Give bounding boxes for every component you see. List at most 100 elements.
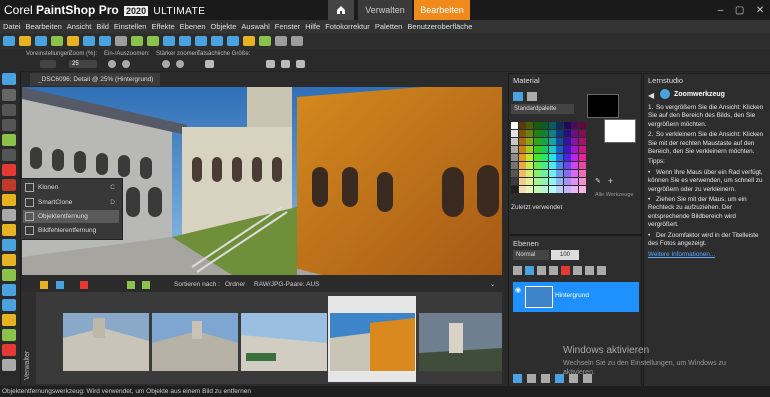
- gradient-tool-icon[interactable]: [2, 209, 16, 221]
- open-icon[interactable]: [19, 36, 31, 46]
- thumbnail-selected[interactable]: [330, 313, 415, 371]
- thumbnail[interactable]: [241, 313, 327, 371]
- print-icon[interactable]: [51, 36, 63, 46]
- minimize-icon[interactable]: –: [718, 5, 724, 16]
- zoom-actual-icon[interactable]: [227, 36, 239, 46]
- link-icon[interactable]: [573, 266, 582, 275]
- menu-palettes[interactable]: Paletten: [375, 22, 403, 31]
- palette-swatch[interactable]: [548, 178, 556, 185]
- palette-swatch[interactable]: [518, 154, 526, 161]
- flyout-item-object-removal[interactable]: Objektentfernung: [23, 210, 119, 223]
- back-arrow-icon[interactable]: ◀: [648, 91, 654, 100]
- eye-icon[interactable]: ◉: [515, 286, 523, 294]
- rainbow-icon[interactable]: [527, 92, 537, 101]
- layer-row-background[interactable]: ◉ Hintergrund: [513, 282, 639, 312]
- palette-swatch[interactable]: [548, 170, 556, 177]
- palette-swatch[interactable]: [556, 122, 563, 129]
- new-icon[interactable]: [3, 36, 15, 46]
- menu-objects[interactable]: Objekte: [211, 22, 237, 31]
- palette-swatch[interactable]: [563, 154, 571, 161]
- layer-new-raster-icon[interactable]: [513, 374, 522, 383]
- crop-tool-icon[interactable]: [2, 134, 16, 146]
- undo-icon[interactable]: [131, 36, 143, 46]
- palette-swatch[interactable]: [526, 170, 533, 177]
- paste-icon[interactable]: [99, 36, 111, 46]
- palette-swatch[interactable]: [578, 178, 586, 185]
- layer-mask-icon[interactable]: [527, 374, 536, 383]
- foreground-swatch[interactable]: [587, 94, 619, 118]
- palette-swatch[interactable]: [511, 154, 518, 161]
- redo-icon[interactable]: [147, 36, 159, 46]
- view-list-icon[interactable]: [56, 281, 64, 289]
- menu-selections[interactable]: Auswahl: [241, 22, 269, 31]
- dropper-icon[interactable]: ✎: [595, 177, 603, 185]
- palette-swatch[interactable]: [541, 130, 548, 137]
- zoom-out-button[interactable]: [122, 60, 130, 68]
- thumbnail[interactable]: [63, 313, 149, 371]
- lock-icon[interactable]: [585, 266, 594, 275]
- menu-layers[interactable]: Ebenen: [180, 22, 206, 31]
- menu-photofix[interactable]: Fotokorrektur: [325, 22, 370, 31]
- tab-edit[interactable]: Bearbeiten: [414, 0, 470, 20]
- layer-group-icon[interactable]: [525, 266, 534, 275]
- palette-swatch[interactable]: [541, 170, 548, 177]
- pick-tool-icon[interactable]: [2, 89, 16, 101]
- color-palette-grid[interactable]: [511, 122, 586, 194]
- palette-swatch[interactable]: [571, 178, 578, 185]
- move-tool-icon[interactable]: [2, 149, 16, 161]
- palette-swatch[interactable]: [511, 138, 518, 145]
- palette-swatch[interactable]: [556, 138, 563, 145]
- palette-swatch[interactable]: [541, 162, 548, 169]
- palette-swatch[interactable]: [533, 162, 541, 169]
- cut-icon[interactable]: [67, 36, 79, 46]
- palette-swatch[interactable]: [541, 138, 548, 145]
- palette-dropdown[interactable]: Standardpalette: [511, 104, 574, 114]
- palette-swatch[interactable]: [578, 138, 586, 145]
- palette-swatch[interactable]: [578, 186, 586, 193]
- palette-swatch[interactable]: [518, 138, 526, 145]
- step-zoom-out-button[interactable]: [176, 60, 184, 68]
- palette-swatch[interactable]: [578, 162, 586, 169]
- flyout-item-smartclone[interactable]: SmartClone D: [23, 196, 119, 209]
- layer-props-icon[interactable]: [597, 266, 606, 275]
- palette-swatch[interactable]: [541, 122, 548, 129]
- new-layer-icon[interactable]: [513, 266, 522, 275]
- menu-effects[interactable]: Effekte: [151, 22, 174, 31]
- palette-swatch[interactable]: [571, 162, 578, 169]
- palette-swatch[interactable]: [518, 178, 526, 185]
- layer-effects-icon[interactable]: [541, 374, 550, 383]
- sort-dropdown[interactable]: Ordner: [225, 281, 245, 288]
- info-icon[interactable]: [163, 36, 175, 46]
- menu-help[interactable]: Hilfe: [305, 22, 320, 31]
- rotate-left-icon[interactable]: [127, 281, 135, 289]
- fit-image-button[interactable]: [281, 60, 290, 68]
- zoom-out-icon[interactable]: [195, 36, 207, 46]
- zoom-in-icon[interactable]: [179, 36, 191, 46]
- toolbar-more-icon[interactable]: [291, 36, 303, 46]
- palette-swatch[interactable]: [518, 186, 526, 193]
- zoom-fit-icon[interactable]: [211, 36, 223, 46]
- palette-swatch[interactable]: [548, 162, 556, 169]
- palette-swatch[interactable]: [556, 154, 563, 161]
- text-tool-icon[interactable]: [2, 284, 16, 296]
- collapse-organizer-icon[interactable]: ⌄: [490, 280, 495, 288]
- palette-swatch[interactable]: [563, 130, 571, 137]
- palette-swatch[interactable]: [571, 138, 578, 145]
- dropper-tool-icon[interactable]: [2, 269, 16, 281]
- palette-swatch[interactable]: [533, 186, 541, 193]
- palette-swatch[interactable]: [548, 146, 556, 153]
- close-icon[interactable]: ✕: [756, 5, 764, 16]
- palette-swatch[interactable]: [511, 130, 518, 137]
- palette-swatch[interactable]: [563, 178, 571, 185]
- palette-swatch[interactable]: [541, 146, 548, 153]
- palette-swatch[interactable]: [578, 130, 586, 137]
- crop-icon[interactable]: [243, 36, 255, 46]
- warp-tool-icon[interactable]: [2, 329, 16, 341]
- menu-file[interactable]: Datei: [3, 22, 21, 31]
- flyout-item-clone[interactable]: Klonen C: [23, 181, 119, 194]
- palette-swatch[interactable]: [563, 138, 571, 145]
- palette-swatch[interactable]: [556, 170, 563, 177]
- palette-swatch[interactable]: [511, 122, 518, 129]
- palette-swatch[interactable]: [578, 170, 586, 177]
- palette-swatch[interactable]: [533, 130, 541, 137]
